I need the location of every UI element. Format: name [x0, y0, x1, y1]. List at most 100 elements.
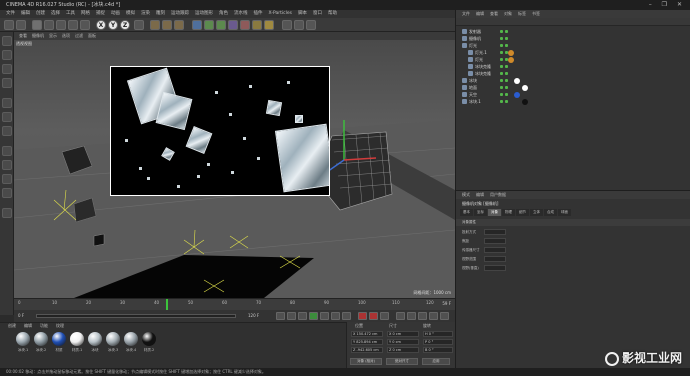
object-menu-item[interactable]: 书签	[532, 10, 540, 18]
rotate-tool-icon[interactable]	[68, 20, 78, 30]
render-check-icon[interactable]	[505, 86, 508, 89]
scale-key-icon[interactable]	[407, 312, 416, 320]
menu-item[interactable]: 网格	[81, 10, 90, 18]
visibility-check-icon[interactable]	[500, 65, 503, 68]
snap-icon[interactable]	[282, 20, 292, 30]
size-z-field[interactable]: Z 0 cm	[387, 347, 419, 353]
next-frame-icon[interactable]	[320, 312, 329, 320]
axis-mode-icon[interactable]	[2, 146, 12, 156]
object-menu-item[interactable]: 查看	[490, 10, 498, 18]
visibility-check-icon[interactable]	[500, 51, 503, 54]
menu-item[interactable]: 窗口	[313, 10, 322, 18]
menu-item[interactable]: 模拟	[126, 10, 135, 18]
object-row[interactable]: 摄像机	[456, 35, 690, 42]
menu-item[interactable]: 选择	[51, 10, 60, 18]
visibility-check-icon[interactable]	[500, 100, 503, 103]
viewport-menu-item[interactable]: 摄像机	[32, 32, 44, 40]
object-row[interactable]: 灯光	[456, 56, 690, 63]
object-menu-item[interactable]: 文件	[462, 10, 470, 18]
attribute-field-input[interactable]	[484, 265, 506, 271]
material-menu-item[interactable]: 创建	[8, 322, 16, 329]
attribute-tab[interactable]: 基本	[460, 209, 473, 216]
y-axis-toggle[interactable]: Y	[108, 20, 118, 30]
light-icon[interactable]	[264, 20, 274, 30]
rotation-p-field[interactable]: P 0 °	[423, 339, 453, 345]
make-editable-icon[interactable]	[2, 36, 12, 46]
menu-item[interactable]: 脚本	[298, 10, 307, 18]
attribute-menu-item[interactable]: 模式	[462, 191, 470, 199]
material-swatch[interactable]	[70, 332, 84, 346]
visibility-check-icon[interactable]	[500, 30, 503, 33]
menu-item[interactable]: 运动图形	[195, 10, 213, 18]
material-swatch[interactable]	[52, 332, 66, 346]
menu-item[interactable]: 运动跟踪	[171, 10, 189, 18]
attribute-field-input[interactable]	[484, 247, 506, 253]
interactive-render-region[interactable]	[110, 66, 330, 196]
render-check-icon[interactable]	[505, 100, 508, 103]
object-menu-item[interactable]: 对象	[504, 10, 512, 18]
visibility-check-icon[interactable]	[500, 58, 503, 61]
render-check-icon[interactable]	[505, 72, 508, 75]
record-icon[interactable]	[358, 312, 367, 320]
object-row[interactable]: 灯光	[456, 42, 690, 49]
menu-item[interactable]: 雕刻	[156, 10, 165, 18]
attribute-menu-item[interactable]: 编辑	[476, 191, 484, 199]
object-row[interactable]: 冰块克隆	[456, 63, 690, 70]
visibility-check-icon[interactable]	[500, 86, 503, 89]
undo-icon[interactable]	[4, 20, 14, 30]
material-swatch[interactable]	[106, 332, 120, 346]
playhead[interactable]	[166, 299, 168, 310]
x-axis-toggle[interactable]: X	[96, 20, 106, 30]
redo-icon[interactable]	[16, 20, 26, 30]
workplane-icon[interactable]	[294, 20, 304, 30]
go-to-end-icon[interactable]	[342, 312, 351, 320]
render-check-icon[interactable]	[505, 37, 508, 40]
material-swatch[interactable]	[16, 332, 30, 346]
rotation-key-icon[interactable]	[418, 312, 427, 320]
attribute-tab[interactable]: 球面	[558, 209, 571, 216]
menu-item[interactable]: 动画	[111, 10, 120, 18]
preview-range-slider[interactable]	[36, 314, 236, 318]
model-mode-icon[interactable]	[2, 50, 12, 60]
menu-item[interactable]: 帮助	[328, 10, 337, 18]
attribute-menu-item[interactable]: 用户数据	[490, 191, 506, 199]
prev-key-icon[interactable]	[287, 312, 296, 320]
timeline-layout-icon[interactable]	[440, 312, 449, 320]
object-menu-item[interactable]: 标签	[518, 10, 526, 18]
render-view-icon[interactable]	[150, 20, 160, 30]
render-check-icon[interactable]	[505, 30, 508, 33]
viewport-menu-item[interactable]: 显示	[49, 32, 57, 40]
material-swatch[interactable]	[34, 332, 48, 346]
rotation-b-field[interactable]: B 0 °	[423, 347, 453, 353]
layout-icon[interactable]	[306, 20, 316, 30]
render-check-icon[interactable]	[505, 65, 508, 68]
prev-frame-icon[interactable]	[298, 312, 307, 320]
array-icon[interactable]	[216, 20, 226, 30]
visibility-check-icon[interactable]	[500, 72, 503, 75]
attribute-field-input[interactable]	[484, 256, 506, 262]
render-check-icon[interactable]	[505, 93, 508, 96]
position-y-field[interactable]: Y 825.894 cm	[351, 339, 383, 345]
object-row[interactable]: 发射器	[456, 28, 690, 35]
material-tag-icon[interactable]	[514, 92, 520, 98]
material-swatch[interactable]	[142, 332, 156, 346]
viewport-menu-item[interactable]: 面板	[88, 32, 96, 40]
menu-item[interactable]: 角色	[219, 10, 228, 18]
render-check-icon[interactable]	[505, 79, 508, 82]
menu-item[interactable]: 流水线	[234, 10, 248, 18]
menu-item[interactable]: 捕捉	[96, 10, 105, 18]
coordinate-mode-dropdown[interactable]: 对象 (相对)	[350, 358, 382, 365]
render-picture-viewer-icon[interactable]	[162, 20, 172, 30]
cube-icon[interactable]	[192, 20, 202, 30]
object-row[interactable]: 天空	[456, 91, 690, 98]
select-tool-icon[interactable]	[32, 20, 42, 30]
position-key-icon[interactable]	[396, 312, 405, 320]
texture-mode-icon[interactable]	[2, 64, 12, 74]
menu-item[interactable]: 渲染	[141, 10, 150, 18]
workplane-mode-icon[interactable]	[2, 78, 12, 88]
z-axis-toggle[interactable]: Z	[120, 20, 130, 30]
apply-button[interactable]: 应用	[422, 358, 450, 365]
visibility-check-icon[interactable]	[500, 44, 503, 47]
camera-icon[interactable]	[252, 20, 262, 30]
attribute-tab[interactable]: 合成	[544, 209, 557, 216]
